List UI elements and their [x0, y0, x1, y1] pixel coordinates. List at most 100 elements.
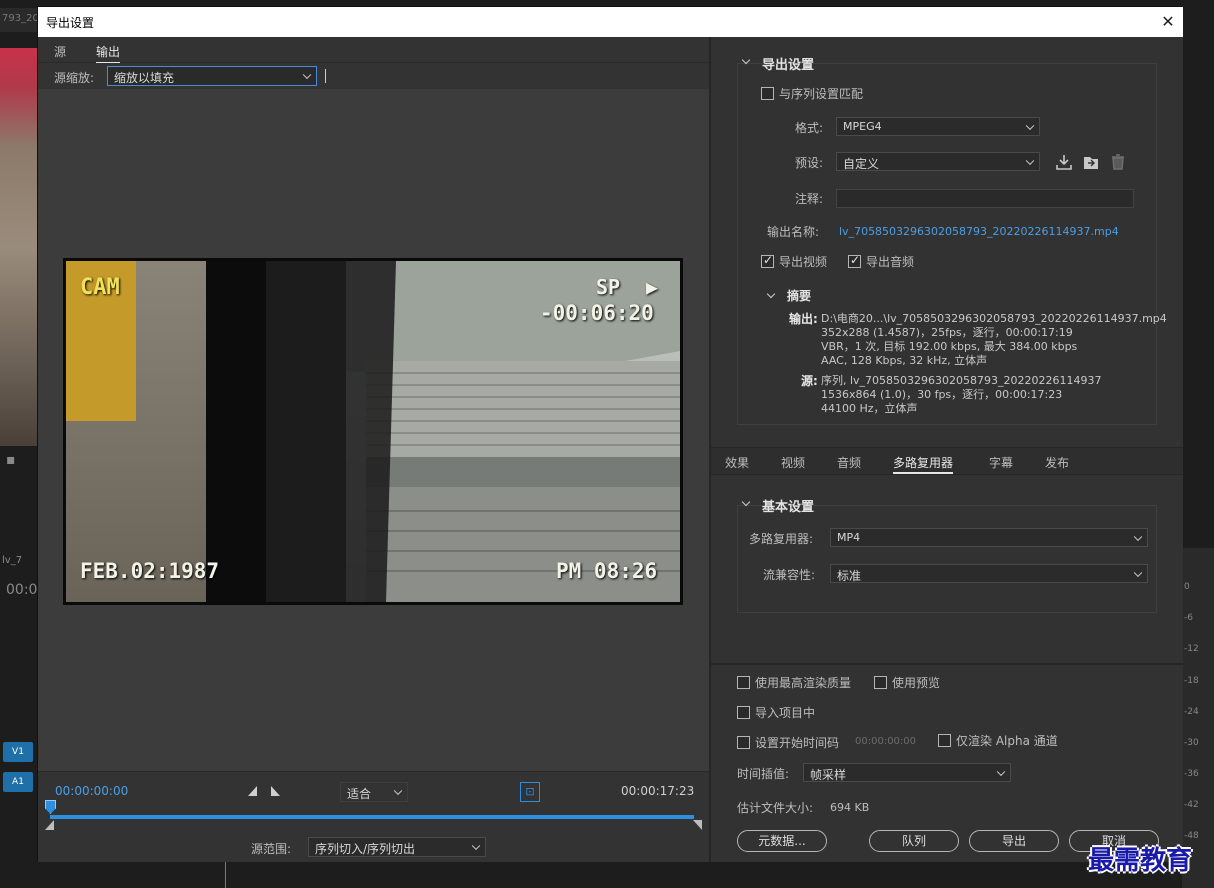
output-name-link[interactable]: lv_7058503296302058793_20220226114937.mp…	[839, 225, 1119, 238]
queue-button[interactable]: 队列	[869, 830, 959, 852]
vhs-time: PM 08:26	[556, 559, 658, 583]
mark-in-icon[interactable]	[248, 786, 257, 796]
import-preset-icon[interactable]	[1082, 153, 1100, 171]
tab-captions[interactable]: 字幕	[989, 454, 1013, 471]
output-name-label: 输出名称:	[767, 225, 820, 239]
summary-title: 摘要	[787, 289, 812, 303]
scrub-bar[interactable]	[50, 815, 694, 819]
meter-label: -18	[1184, 676, 1199, 686]
dialog-title: 导出设置	[46, 16, 95, 30]
save-preset-icon[interactable]	[1055, 153, 1073, 171]
summary-source-line: 1536x864 (1.0)，30 fps，逐行，00:00:17:23	[821, 388, 1063, 401]
tab-video[interactable]: 视频	[781, 454, 805, 471]
meter-label: -36	[1184, 769, 1199, 779]
match-sequence-label: 与序列设置匹配	[779, 87, 864, 101]
comment-input[interactable]	[836, 189, 1134, 208]
preset-select[interactable]: 自定义	[836, 152, 1040, 171]
export-video-checkbox[interactable]	[761, 253, 774, 268]
import-into-project-checkbox[interactable]	[737, 706, 750, 719]
chevron-down-icon	[1025, 156, 1035, 165]
preset-value: 自定义	[843, 157, 880, 171]
settings-pane: 导出设置 与序列设置匹配 格式: MPEG4 预设: 自定义 注释: 输出名称:…	[711, 37, 1183, 862]
tab-source[interactable]: 源	[54, 43, 66, 60]
chevron-down-icon	[1133, 568, 1143, 577]
match-sequence-checkbox[interactable]	[761, 87, 774, 100]
text-cursor	[325, 69, 326, 83]
meter-label: -42	[1184, 800, 1199, 810]
set-start-tc-checkbox[interactable]	[737, 736, 750, 749]
metadata-button[interactable]: 元数据...	[737, 830, 827, 852]
track-a1[interactable]: A1	[3, 772, 33, 792]
stream-compat-select[interactable]: 标准	[830, 564, 1148, 583]
summary-source-line: 44100 Hz，立体声	[821, 402, 918, 415]
summary-output-line: D:\电商20...\lv_7058503296302058793_202202…	[821, 312, 1167, 325]
chevron-down-icon	[1133, 532, 1143, 541]
video-preview: CAM SP ▶ -00:06:20 FEB.02:1987 PM 08:26	[63, 258, 683, 605]
export-video-label: 导出视频	[779, 255, 828, 269]
render-alpha-checkbox[interactable]	[938, 734, 951, 747]
summary-output-line: AAC, 128 Kbps, 32 kHz, 立体声	[821, 354, 988, 367]
use-previews-checkbox[interactable]	[874, 676, 887, 689]
export-button[interactable]: 导出	[969, 830, 1059, 852]
play-icon: ▶	[646, 275, 659, 299]
source-range-select[interactable]: 序列切入/序列切出	[308, 837, 486, 857]
est-size-value: 694 KB	[830, 801, 870, 814]
meter-label: -12	[1184, 644, 1199, 654]
chevron-down-icon	[471, 841, 481, 851]
export-audio-checkbox[interactable]	[848, 253, 861, 268]
tab-output[interactable]: 输出	[96, 43, 121, 64]
vhs-sp-label: SP	[596, 275, 621, 299]
multiplexer-value: MP4	[837, 531, 861, 544]
tab-publish[interactable]: 发布	[1045, 454, 1069, 471]
meter-label: 0	[1184, 582, 1190, 592]
source-range-label: 源范围:	[251, 842, 292, 856]
meter-label: -30	[1184, 738, 1199, 748]
tab-effects[interactable]: 效果	[725, 454, 749, 471]
time-interp-select[interactable]: 帧采样	[803, 763, 1011, 782]
dialog-titlebar: 导出设置 ✕	[38, 7, 1183, 37]
range-out-handle[interactable]	[693, 820, 702, 830]
mark-out-icon[interactable]	[271, 786, 280, 796]
start-tc-value[interactable]: 00:00:00:00	[855, 736, 916, 747]
fit-select[interactable]: 适合	[340, 782, 408, 802]
vhs-date: FEB.02:1987	[80, 559, 220, 583]
max-render-quality-checkbox[interactable]	[737, 676, 750, 689]
background-tab[interactable]: 793_20	[0, 8, 37, 32]
range-in-handle[interactable]	[45, 820, 54, 830]
preview-pane: 源 输出 源缩放: 缩放以填充 CAM SP ▶ -00:06:20 FEB.0…	[38, 37, 709, 862]
chevron-down-icon	[1025, 121, 1035, 130]
summary-source-line: 序列, lv_7058503296302058793_2022022611493…	[821, 374, 1102, 387]
save-icon[interactable]: ▪	[6, 452, 16, 468]
multiplexer-select[interactable]: MP4	[830, 528, 1148, 547]
tab-multiplexer[interactable]: 多路复用器	[893, 454, 954, 474]
basic-settings-title: 基本设置	[762, 500, 815, 515]
background-seq-label: lv_7	[2, 555, 23, 566]
basic-settings-section	[737, 505, 1157, 613]
preview-area: CAM SP ▶ -00:06:20 FEB.02:1987 PM 08:26	[38, 89, 709, 771]
set-start-tc-label: 设置开始时间码	[755, 736, 840, 750]
vhs-cam-label: CAM	[80, 275, 120, 300]
source-scale-value: 缩放以填充	[114, 71, 175, 85]
summary-output-key: 输出:	[789, 312, 818, 326]
format-label: 格式:	[795, 121, 824, 135]
start-timecode[interactable]: 00:00:00:00	[55, 784, 128, 798]
timeline-controls: 00:00:00:00 适合 ⊡ 00:00:17:23 源范围: 序列切入/序…	[38, 771, 709, 862]
source-scale-row: 源缩放: 缩放以填充	[38, 63, 709, 89]
comment-label: 注释:	[795, 192, 824, 206]
track-v1[interactable]: V1	[3, 742, 33, 762]
playhead-handle[interactable]	[45, 800, 56, 814]
aspect-correction-icon[interactable]: ⊡	[520, 782, 540, 802]
delete-preset-icon[interactable]	[1109, 153, 1127, 171]
stream-compat-label: 流兼容性:	[763, 568, 816, 582]
source-scale-label: 源缩放:	[54, 71, 95, 85]
tab-audio[interactable]: 音频	[837, 454, 861, 471]
close-button[interactable]: ✕	[1156, 10, 1180, 34]
export-settings-title: 导出设置	[762, 58, 815, 73]
summary-output-line: 352x288 (1.4587)，25fps，逐行，00:00:17:19	[821, 326, 1073, 339]
source-scale-select[interactable]: 缩放以填充	[107, 66, 317, 86]
export-audio-label: 导出音频	[866, 255, 915, 269]
background-playhead	[225, 861, 226, 888]
format-select[interactable]: MPEG4	[836, 117, 1040, 136]
import-into-project-label: 导入项目中	[755, 706, 816, 720]
est-size-label: 估计文件大小:	[737, 801, 814, 815]
